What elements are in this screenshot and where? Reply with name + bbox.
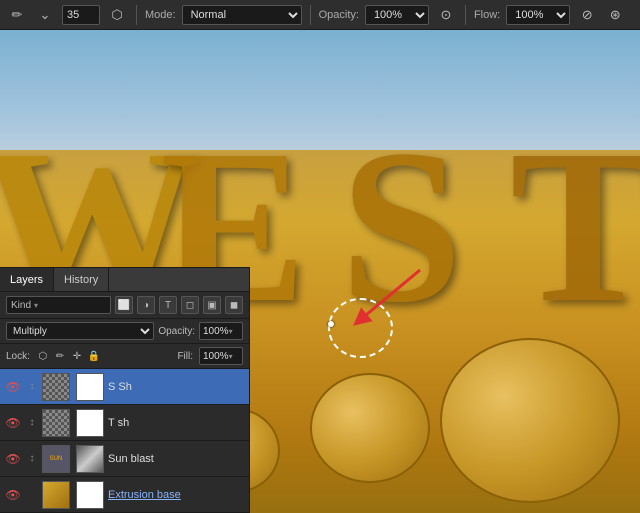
hay-bale-2: [310, 373, 430, 483]
separator-2: [310, 5, 311, 25]
lock-transparent-icon[interactable]: ⬡: [36, 349, 50, 363]
opacity-label: Opacity:: [319, 9, 359, 21]
search-kind-label: Kind: [11, 300, 31, 311]
layer-opacity-value[interactable]: 100% ▾: [199, 322, 243, 340]
layer-search-row: Kind ▾ ⬜ ◑ T ◻ ▣ ◼: [0, 292, 249, 319]
airbrush-icon[interactable]: ⊙: [435, 4, 457, 26]
filter-toggle[interactable]: ◼: [225, 296, 243, 314]
separator-1: [136, 5, 137, 25]
layer-link-1: ↕: [26, 414, 38, 432]
lock-icons: ⬡ ✏ ✛ 🔒: [36, 349, 101, 363]
letter-t: T: [510, 100, 640, 353]
layer-link-3: [26, 486, 38, 504]
layers-panel: Layers History Kind ▾ ⬜ ◑ T ◻ ▣ ◼ Multip…: [0, 267, 250, 513]
lock-move-icon[interactable]: ✛: [70, 349, 84, 363]
layer-mask-0: [76, 373, 104, 401]
layer-row-3[interactable]: 👁 Extrusion base: [0, 477, 249, 513]
layer-thumb-0: [42, 373, 70, 401]
lock-paint-icon[interactable]: ✏: [53, 349, 67, 363]
selection-ellipse: [328, 298, 393, 358]
layer-search-box[interactable]: Kind ▾: [6, 296, 111, 314]
brush-icon[interactable]: ✏: [6, 4, 28, 26]
filter-pixel-icon[interactable]: ⬜: [115, 296, 133, 314]
layer-name-2: Sun blast: [108, 453, 245, 465]
opacity-select[interactable]: 100% 75% 50%: [365, 5, 429, 25]
layer-mask-1: [76, 409, 104, 437]
search-dropdown-arrow: ▾: [34, 301, 38, 310]
layer-mask-3: [76, 481, 104, 509]
brush-size-input[interactable]: 35: [62, 5, 100, 25]
layer-row-0[interactable]: 👁 ↕ S Sh: [0, 369, 249, 405]
filter-shape-icon[interactable]: ◻: [181, 296, 199, 314]
filter-adjust-icon[interactable]: ◑: [137, 296, 155, 314]
panel-tabs: Layers History: [0, 268, 249, 292]
mode-label: Mode:: [145, 9, 176, 21]
flow-select[interactable]: 100% 75% 50%: [506, 5, 570, 25]
tablet-icon[interactable]: ⬡: [106, 4, 128, 26]
mode-select[interactable]: Normal Multiply Screen Overlay: [182, 5, 302, 25]
layer-blend-mode[interactable]: Multiply Normal Screen Overlay: [6, 322, 154, 340]
brush-cursor: [328, 321, 334, 327]
fill-value[interactable]: 100% ▾: [199, 347, 243, 365]
layer-opacity-label: Opacity:: [158, 326, 195, 337]
layer-thumb-3: [42, 481, 70, 509]
filter-smart-icon[interactable]: ▣: [203, 296, 221, 314]
flow-label: Flow:: [474, 9, 500, 21]
lock-all-icon[interactable]: 🔒: [87, 349, 101, 363]
layer-name-3: Extrusion base: [108, 489, 245, 501]
filter-type-icon[interactable]: T: [159, 296, 177, 314]
layer-row-2[interactable]: 👁 ↕ SUN Sun blast: [0, 441, 249, 477]
layer-row-1[interactable]: 👁 ↕ T sh: [0, 405, 249, 441]
layer-mode-row: Multiply Normal Screen Overlay Opacity: …: [0, 319, 249, 344]
layers-tab[interactable]: Layers: [0, 268, 54, 291]
layer-name-1: T sh: [108, 417, 245, 429]
hay-bale-1: [440, 338, 620, 503]
main-toolbar: ✏ ⌄ 35 ⬡ Mode: Normal Multiply Screen Ov…: [0, 0, 640, 30]
fill-label: Fill:: [177, 351, 193, 362]
separator-3: [465, 5, 466, 25]
layer-thumb-1: [42, 409, 70, 437]
layer-mask-2: [76, 445, 104, 473]
layer-thumb-2: SUN: [42, 445, 70, 473]
layer-link-2: ↕: [26, 450, 38, 468]
symmetry-icon[interactable]: ⊛: [604, 4, 626, 26]
layer-visibility-3[interactable]: 👁: [4, 486, 22, 504]
brush-size-value: 35: [67, 9, 79, 21]
layer-lock-row: Lock: ⬡ ✏ ✛ 🔒 Fill: 100% ▾: [0, 344, 249, 369]
layer-visibility-2[interactable]: 👁: [4, 450, 22, 468]
layer-visibility-0[interactable]: 👁: [4, 378, 22, 396]
lock-label: Lock:: [6, 351, 30, 362]
history-tab[interactable]: History: [54, 268, 109, 291]
layer-name-0: S Sh: [108, 381, 245, 393]
layer-link-0: ↕: [26, 378, 38, 396]
layer-visibility-1[interactable]: 👁: [4, 414, 22, 432]
canvas-area[interactable]: W E S T Layers History: [0, 30, 640, 513]
smoothing-icon[interactable]: ⊘: [576, 4, 598, 26]
brush-options-icon[interactable]: ⌄: [34, 4, 56, 26]
